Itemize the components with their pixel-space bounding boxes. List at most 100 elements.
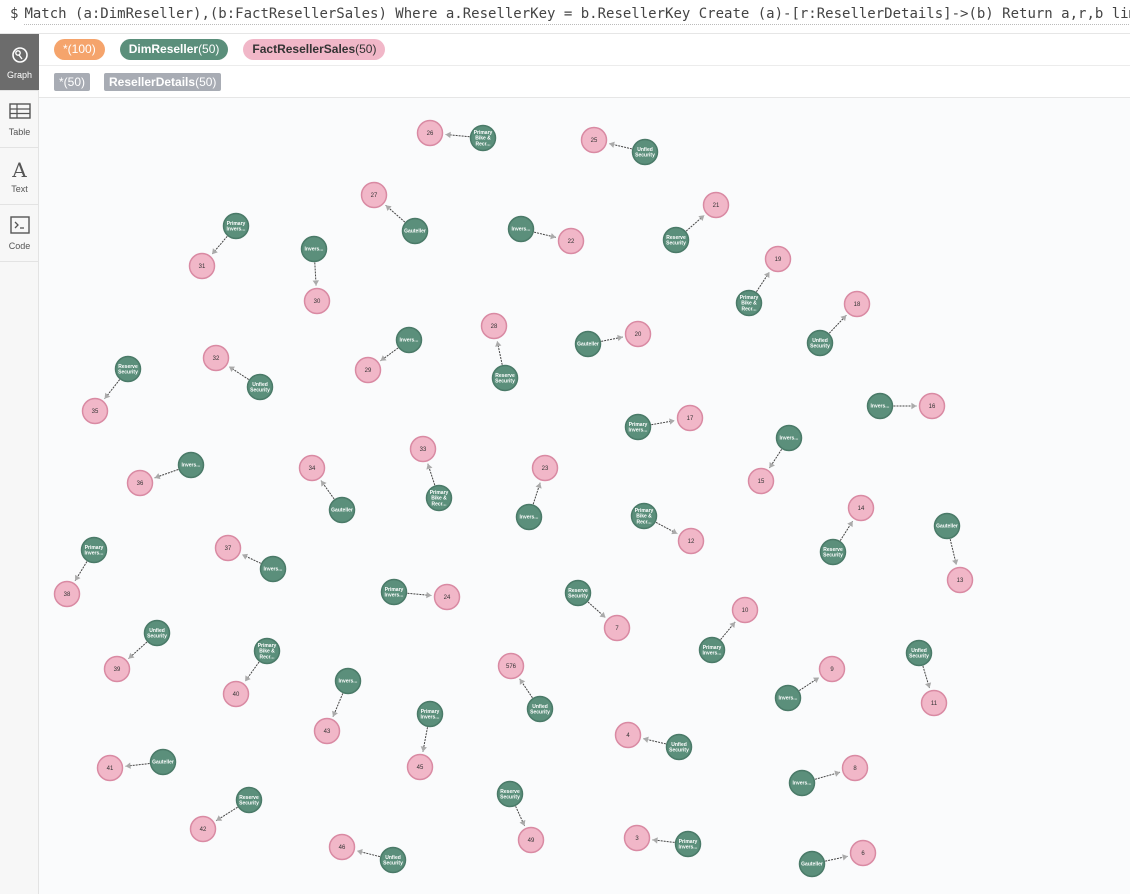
dimreseller-node-label: Unfied Security <box>530 704 550 716</box>
reseller-details-pair[interactable]: Gauteller 27 <box>360 181 429 245</box>
reseller-details-pair[interactable]: Unfied Security 25 <box>580 126 659 166</box>
factresellersales-pill[interactable]: FactResellerSales(50) <box>243 39 386 60</box>
reseller-details-pair[interactable]: Primary Invers...3 <box>623 824 702 858</box>
dimreseller-node-label: Invers... <box>780 436 800 442</box>
reseller-details-pair[interactable]: Primary Invers... 17 <box>624 404 704 441</box>
dimreseller-node-label: Invers... <box>305 247 325 253</box>
factresellersales-node-label: 576 <box>506 664 517 670</box>
reseller-details-pair[interactable]: Gauteller6 <box>798 839 877 878</box>
reseller-details-pair[interactable]: Reserve Security 42 <box>189 786 263 843</box>
factresellersales-node-label: 39 <box>114 667 121 673</box>
reseller-details-pair[interactable]: Unfied Security 18 <box>806 290 871 357</box>
all-relationships-tag[interactable]: *(50) <box>54 73 91 91</box>
reseller-details-pair[interactable]: Primary Bike & Recr... 19 <box>735 245 792 317</box>
reseller-details-pair[interactable]: Invers... 29 <box>354 326 423 384</box>
reseller-details-pair[interactable]: Primary Invers... 45 <box>406 700 444 781</box>
dimreseller-node-label: Unfied Security <box>383 855 403 867</box>
query-editor[interactable]: $ Match (a:DimReseller),(b:FactResellerSa… <box>0 0 1130 34</box>
dimreseller-node-label: Primary Bike & Recr... <box>635 508 654 526</box>
code-view-button[interactable]: Code <box>0 205 39 262</box>
query-text[interactable]: Match (a:DimReseller),(b:FactResellerSal… <box>24 6 1130 25</box>
reseller-details-pair[interactable]: Invers... 23 <box>515 454 559 531</box>
reseller-details-pair[interactable]: Primary Invers... 24 <box>380 578 461 611</box>
reseller-details-pair[interactable]: Invers... 22 <box>507 215 585 255</box>
reseller-details-pair[interactable]: Invers... 37 <box>214 534 287 583</box>
factresellersales-node-label: 24 <box>444 595 451 601</box>
reseller-details-pair[interactable]: Primary Invers... 31 <box>188 212 250 280</box>
reseller-details-pair[interactable]: Primary Bike & Recr... 40 <box>222 637 281 708</box>
factresellersales-node-label: 35 <box>92 409 99 415</box>
factresellersales-node-label: 45 <box>417 765 424 771</box>
reseller-details-pair[interactable]: Invers...8 <box>788 754 869 797</box>
reseller-details-pair[interactable]: Unfied Security 32 <box>202 344 274 401</box>
relationship-arrowhead <box>312 280 320 286</box>
table-view-label: Table <box>8 126 31 137</box>
reseller-details-pair[interactable]: Reserve Security7 <box>564 579 631 642</box>
factresellersales-node-label: 10 <box>742 608 749 614</box>
graph-canvas[interactable]: Primary Bike & Recr... 26 Unfied Security 25 Ga… <box>39 98 1130 894</box>
relationship-arrowhead <box>842 854 848 861</box>
text-view-button[interactable]: A Text <box>0 148 39 205</box>
reseller-details-pair[interactable]: Primary Bike & Recr... 12 <box>630 502 705 555</box>
reseller-details-pair[interactable]: Invers... 15 <box>747 424 803 495</box>
dimreseller-node-label: Primary Invers... <box>385 587 405 599</box>
reseller-details-pair[interactable]: Invers...9 <box>774 655 846 712</box>
code-icon <box>9 215 30 238</box>
reseller-details-pair[interactable]: Gauteller 41 <box>96 748 177 782</box>
dimreseller-node-label: Unfied Security <box>635 147 655 159</box>
reseller-details-pair[interactable]: Invers... 30 <box>300 235 331 315</box>
dimreseller-node-label: Unfied Security <box>250 382 270 394</box>
reseller-details-pair[interactable]: Primary Invers... 10 <box>698 596 759 664</box>
factresellersales-node-label: 12 <box>688 539 695 545</box>
factresellersales-node-label: 30 <box>314 299 321 305</box>
dimreseller-node-label: Reserve Security <box>239 795 259 807</box>
reseller-details-pair[interactable]: Reserve Security 28 <box>480 312 519 392</box>
dimreseller-node-label: Primary Invers... <box>227 221 247 233</box>
reseller-details-pair[interactable]: Unfied Security 46 <box>328 833 407 874</box>
reseller-details-pair[interactable]: Primary Invers... 38 <box>53 536 108 608</box>
dimreseller-node-label: Gauteller <box>152 760 174 766</box>
reseller-details-pair[interactable]: Invers... 43 <box>313 667 362 745</box>
graph-view-button[interactable]: Graph <box>0 34 39 91</box>
relationship-arrowhead <box>669 418 675 425</box>
dimreseller-node-label: Primary Bike & Recr... <box>258 643 277 661</box>
relationship-types-row: *(50) ResellerDetails(50) <box>39 66 1130 98</box>
resellerdetails-tag[interactable]: ResellerDetails(50) <box>104 73 222 91</box>
reseller-details-pair[interactable]: Primary Bike & Recr... 26 <box>416 119 497 152</box>
relationship-arrowhead <box>426 463 433 470</box>
reseller-details-pair[interactable]: Unfied Security4 <box>614 721 693 761</box>
table-view-button[interactable]: Table <box>0 91 39 148</box>
reseller-details-pair[interactable]: Unfied Security 576 <box>497 652 554 723</box>
dimreseller-node-label: Unfied Security <box>147 628 167 640</box>
dimreseller-node-label: Reserve Security <box>500 789 520 801</box>
relationship-arrowhead <box>609 141 615 148</box>
reseller-details-pair[interactable]: Invers... 36 <box>126 451 205 497</box>
reseller-details-pair[interactable]: Primary Bike & Recr... 33 <box>409 435 453 512</box>
reseller-details-pair[interactable]: Gauteller 34 <box>298 454 356 524</box>
dimreseller-node-label: Invers... <box>339 679 359 685</box>
graph-svg[interactable]: Primary Bike & Recr... 26 Unfied Security 25 Ga… <box>39 98 1130 894</box>
dimreseller-node-label: Invers... <box>871 404 891 410</box>
factresellersales-node-label: 19 <box>775 257 782 263</box>
relationship-arrowhead <box>952 559 959 565</box>
dimreseller-pill[interactable]: DimReseller(50) <box>119 39 229 60</box>
reseller-details-pair[interactable]: Gauteller 13 <box>933 512 974 594</box>
reseller-details-pair[interactable]: Reserve Security 49 <box>496 780 545 854</box>
dimreseller-node-label: Gauteller <box>577 342 599 348</box>
factresellersales-node-label: 21 <box>713 203 720 209</box>
reseller-details-pair[interactable]: Unfied Security 39 <box>103 619 171 683</box>
reseller-details-pair[interactable]: Reserve Security 35 <box>81 355 142 425</box>
reseller-details-pair[interactable]: Reserve Security 21 <box>662 191 730 254</box>
dimreseller-node-label: Reserve Security <box>568 588 588 600</box>
dimreseller-node-label: Unfied Security <box>810 338 830 350</box>
relationship-arrowhead <box>104 392 111 399</box>
all-nodes-pill[interactable]: *(100) <box>54 39 105 60</box>
reseller-details-pair[interactable]: Invers... 16 <box>866 392 946 420</box>
reseller-details-pair[interactable]: Unfied Security 11 <box>905 639 948 717</box>
reseller-details-pair[interactable]: Reserve Security 14 <box>819 494 875 566</box>
relationship-arrowhead <box>245 675 251 682</box>
dimreseller-node-label: Primary Invers... <box>629 422 649 434</box>
relationship-arrowhead <box>911 402 917 410</box>
relationship-arrowhead <box>652 837 658 844</box>
reseller-details-pair[interactable]: Gauteller 20 <box>574 320 652 358</box>
